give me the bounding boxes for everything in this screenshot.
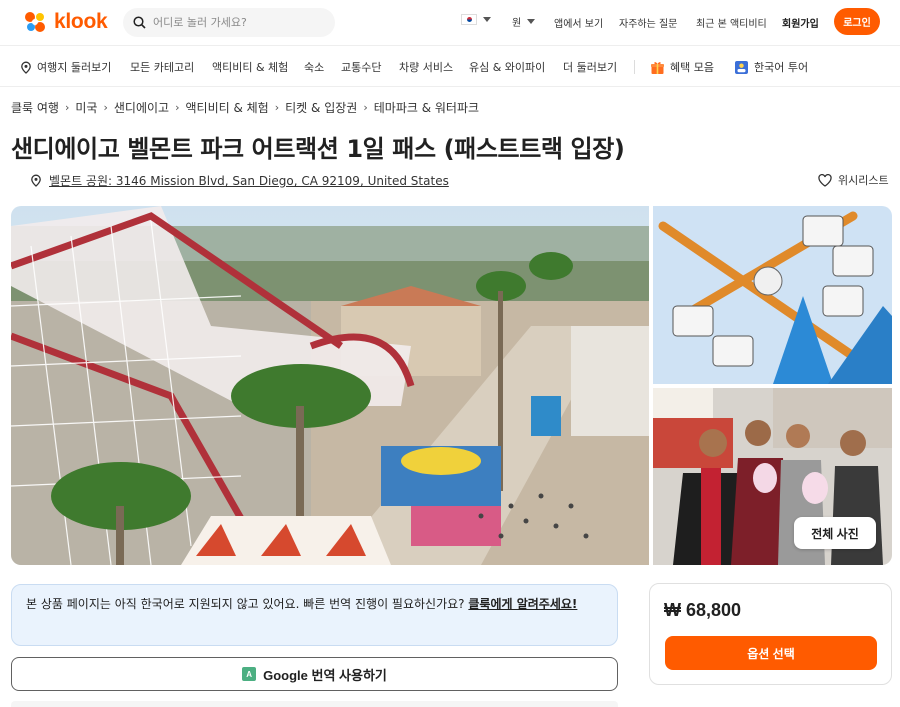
nav-transport[interactable]: 교통수단 <box>341 59 381 75</box>
nav-divider <box>634 60 635 74</box>
translation-notice: 본 상품 페이지는 아직 한국어로 지원되지 않고 있어요. 빠른 번역 진행이… <box>11 584 618 646</box>
wishlist-label: 위시리스트 <box>838 174 889 187</box>
main-product-photo[interactable] <box>11 206 649 565</box>
tour-guide-icon <box>735 60 748 74</box>
product-price: ₩ 68,800 <box>664 600 742 620</box>
breadcrumb-item[interactable]: 클룩 여행 <box>11 99 59 116</box>
notice-text: 본 상품 페이지는 아직 한국어로 지원되지 않고 있어요. 빠른 번역 진행이… <box>26 597 469 611</box>
top-header: klook 원 앱에서 보기 자주하는 질문 최근 본 액티비티 회원가입 로그… <box>0 0 900 45</box>
view-all-photos-button[interactable]: 전체 사진 <box>794 517 876 549</box>
google-translate-label: Google 번역 사용하기 <box>263 667 387 683</box>
chevron-right-icon: › <box>103 101 108 114</box>
nav-deals[interactable]: 혜택 모음 <box>650 59 714 75</box>
nav-destinations[interactable]: 여행지 둘러보기 <box>20 59 111 75</box>
google-translate-button[interactable]: A Google 번역 사용하기 <box>11 657 618 691</box>
chevron-right-icon: › <box>363 101 368 114</box>
spinning-ride-photo <box>653 206 892 384</box>
breadcrumb: 클룩 여행 › 미국 › 샌디에이고 › 액티비티 & 체험 › 티켓 & 입장… <box>11 99 479 116</box>
product-title: 샌디에이고 벨몬트 파크 어트랙션 1일 패스 (패스트트랙 입장) <box>11 135 625 163</box>
chevron-down-icon <box>483 17 491 22</box>
chevron-down-icon <box>527 19 536 24</box>
location-pin-icon <box>31 174 41 187</box>
currency-label: 원 <box>512 18 522 29</box>
nav-korean-tour-label: 한국어 투어 <box>754 61 809 74</box>
address-text: 벨몬트 공원: 3146 Mission Blvd, San Diego, CA… <box>49 174 449 188</box>
app-download-link[interactable]: 앱에서 보기 <box>554 15 603 30</box>
google-translate-icon: A <box>242 667 257 681</box>
chevron-right-icon: › <box>64 101 70 114</box>
klook-logo[interactable]: klook <box>22 9 108 35</box>
location-pin-icon <box>21 61 31 74</box>
notify-klook-link[interactable]: 클룩에게 알려주세요! <box>468 597 577 611</box>
price-card: ₩ 68,800 옵션 선택 <box>649 583 892 685</box>
language-selector[interactable] <box>461 14 491 25</box>
nav-car-service[interactable]: 차량 서비스 <box>399 59 453 75</box>
chevron-right-icon: › <box>274 101 280 114</box>
breadcrumb-item[interactable]: 샌디에이고 <box>114 99 169 116</box>
gallery-photo-2[interactable] <box>653 206 892 384</box>
search-icon <box>133 16 146 29</box>
search-input[interactable] <box>153 16 323 29</box>
select-options-button[interactable]: 옵션 선택 <box>665 636 877 670</box>
breadcrumb-item[interactable]: 티켓 & 입장권 <box>285 99 357 116</box>
breadcrumb-item[interactable]: 액티비티 & 체험 <box>186 99 269 116</box>
nav-destinations-label: 여행지 둘러보기 <box>37 61 112 74</box>
nav-korean-tour[interactable]: 한국어 투어 <box>734 59 808 75</box>
nav-more[interactable]: 더 둘러보기 <box>563 59 617 75</box>
klook-logo-icon <box>25 12 45 32</box>
logo-text: klook <box>54 10 108 33</box>
category-nav: 여행지 둘러보기 모든 카테고리 액티비티 & 체험 숙소 교통수단 차량 서비… <box>0 45 900 87</box>
nav-sim-wifi[interactable]: 유심 & 와이파이 <box>469 59 545 75</box>
korea-flag-icon <box>461 14 477 25</box>
gift-icon <box>651 61 664 74</box>
search-box[interactable] <box>123 8 335 37</box>
nav-all-categories[interactable]: 모든 카테고리 <box>130 59 194 75</box>
heart-icon <box>818 173 832 187</box>
recently-viewed-link[interactable]: 최근 본 액티비티 <box>696 15 767 30</box>
product-address[interactable]: 벨몬트 공원: 3146 Mission Blvd, San Diego, CA… <box>30 172 449 189</box>
amusement-park-photo <box>11 206 649 565</box>
currency-selector[interactable]: 원 <box>512 14 536 29</box>
login-button[interactable]: 로그인 <box>834 8 880 35</box>
breadcrumb-item[interactable]: 테마파크 & 워터파크 <box>374 99 479 116</box>
next-section-edge <box>11 701 618 707</box>
nav-activities[interactable]: 액티비티 & 체험 <box>212 59 288 75</box>
nav-deals-label: 혜택 모음 <box>670 61 714 74</box>
faq-link[interactable]: 자주하는 질문 <box>619 15 677 30</box>
wishlist-button[interactable]: 위시리스트 <box>818 172 889 188</box>
nav-hotels[interactable]: 숙소 <box>304 59 324 75</box>
signup-link[interactable]: 회원가입 <box>782 15 819 30</box>
chevron-right-icon: › <box>175 101 180 114</box>
breadcrumb-item[interactable]: 미국 <box>75 99 97 116</box>
